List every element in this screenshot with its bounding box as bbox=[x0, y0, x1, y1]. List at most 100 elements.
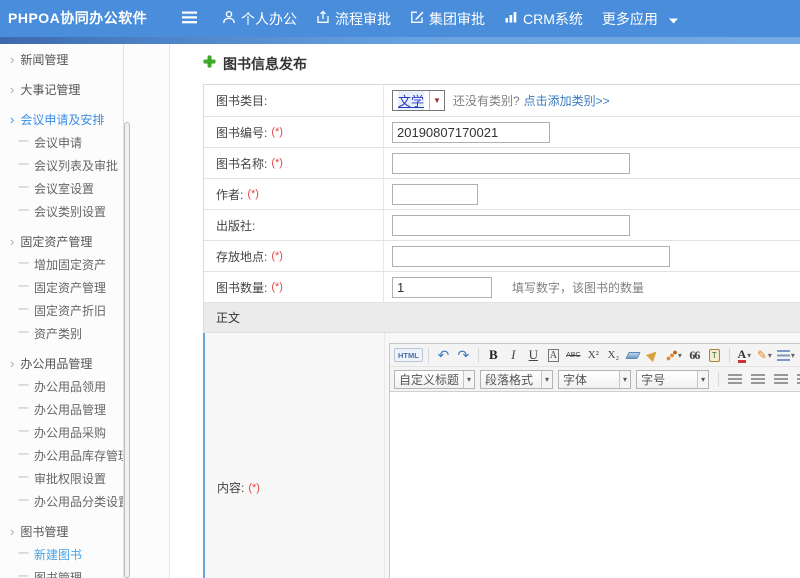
workflow-icon bbox=[316, 10, 330, 27]
sidebar-item-supplies-manage[interactable]: 一 办公用品管理 bbox=[0, 398, 169, 421]
sidebar-section-memorabilia[interactable]: › 大事记管理 bbox=[0, 78, 169, 101]
sidebar-item-meeting-list[interactable]: 一 会议列表及审批 bbox=[0, 154, 169, 177]
italic-button[interactable]: I bbox=[504, 346, 523, 364]
sidebar-item-asset-category[interactable]: 一 资产类别 bbox=[0, 322, 169, 345]
custom-title-dropdown[interactable]: 自定义标题 ▾ bbox=[394, 370, 475, 389]
location-input[interactable] bbox=[392, 246, 670, 267]
sidebar-item-supplies-purchase[interactable]: 一 办公用品采购 bbox=[0, 421, 169, 444]
remove-format-button[interactable] bbox=[624, 346, 643, 364]
ordered-list-button[interactable]: ▾ bbox=[775, 346, 797, 364]
sidebar-item-supplies-classify[interactable]: 一 办公用品分类设置 bbox=[0, 490, 169, 513]
clipboard-icon: T bbox=[709, 349, 720, 362]
align-right-button[interactable] bbox=[770, 370, 792, 388]
sidebar-scrollbar-thumb[interactable] bbox=[124, 122, 130, 578]
page-header: 图书信息发布 bbox=[203, 54, 307, 74]
redo-button[interactable]: ↷ bbox=[454, 346, 473, 364]
font-family-dropdown[interactable]: 字体 ▾ bbox=[558, 370, 631, 389]
quantity-input[interactable] bbox=[392, 277, 492, 298]
book-name-input[interactable] bbox=[392, 153, 630, 174]
toolbar-separator bbox=[718, 372, 719, 387]
form-row-category: 图书类目: 文学 ▼ 还没有类别? 点击添加类别>> bbox=[203, 85, 800, 117]
app-window: PHPOA协同办公软件 个人办公 bbox=[0, 0, 800, 578]
sidebar-item-asset-depreciation[interactable]: 一 固定资产折旧 bbox=[0, 299, 169, 322]
align-right-icon bbox=[774, 374, 788, 385]
required-mark: (*) bbox=[271, 126, 283, 138]
category-hint: 还没有类别? bbox=[453, 92, 520, 109]
dash-icon: 一 bbox=[18, 427, 29, 438]
book-form: 图书类目: 文学 ▼ 还没有类别? 点击添加类别>> 图书编号: (*) bbox=[203, 84, 800, 578]
editor-content-area[interactable] bbox=[390, 392, 800, 578]
sidebar-item-supplies-receive[interactable]: 一 办公用品领用 bbox=[0, 375, 169, 398]
book-no-input[interactable] bbox=[392, 122, 550, 143]
sidebar-section-office-supplies[interactable]: › 办公用品管理 bbox=[0, 352, 169, 375]
sidebar-item-book-manage[interactable]: 一 图书管理 bbox=[0, 566, 169, 578]
subscript-button[interactable]: X₂ bbox=[604, 346, 623, 364]
undo-button[interactable]: ↶ bbox=[434, 346, 453, 364]
sidebar-section-label: 会议申请及安排 bbox=[20, 111, 104, 128]
sidebar-item-meeting-category[interactable]: 一 会议类别设置 bbox=[0, 200, 169, 223]
content-label: 内容: bbox=[217, 479, 244, 496]
caret-down-icon bbox=[669, 11, 678, 27]
author-input[interactable] bbox=[392, 184, 478, 205]
dash-icon: 一 bbox=[18, 183, 29, 194]
sidebar-item-label: 固定资产管理 bbox=[34, 279, 106, 296]
topnav-personal-office[interactable]: 个人办公 bbox=[222, 9, 297, 29]
sidebar-item-asset-add[interactable]: 一 增加固定资产 bbox=[0, 253, 169, 276]
sidebar-item-asset-manage[interactable]: 一 固定资产管理 bbox=[0, 276, 169, 299]
dash-icon: 一 bbox=[18, 404, 29, 415]
topnav-label: CRM系统 bbox=[523, 9, 583, 29]
quantity-label: 图书数量: bbox=[216, 279, 267, 296]
html-source-button[interactable]: HTML bbox=[394, 348, 423, 362]
sidebar-item-label: 固定资产折旧 bbox=[34, 302, 106, 319]
sidebar-item-label: 会议列表及审批 bbox=[34, 157, 118, 174]
plus-icon bbox=[203, 55, 216, 73]
font-style-button[interactable]: A bbox=[544, 346, 563, 364]
align-center-button[interactable] bbox=[747, 370, 769, 388]
chevron-right-icon: › bbox=[10, 53, 14, 66]
sidebar-section-label: 图书管理 bbox=[20, 523, 68, 540]
sidebar-section-fixed-assets[interactable]: › 固定资产管理 bbox=[0, 230, 169, 253]
sidebar-section-label: 大事记管理 bbox=[20, 81, 80, 98]
publisher-input[interactable] bbox=[392, 215, 630, 236]
font-color-button[interactable]: A▾ bbox=[735, 346, 754, 364]
align-left-button[interactable] bbox=[724, 370, 746, 388]
user-icon bbox=[222, 10, 236, 27]
sidebar-item-meeting-room[interactable]: 一 会议室设置 bbox=[0, 177, 169, 200]
category-select[interactable]: 文学 ▼ bbox=[392, 90, 445, 111]
add-category-link[interactable]: 点击添加类别>> bbox=[524, 92, 610, 109]
strikethrough-button[interactable]: ABC bbox=[564, 346, 583, 364]
topnav-crm-system[interactable]: CRM系统 bbox=[504, 9, 583, 29]
toolbar-separator bbox=[729, 348, 730, 363]
superscript-button[interactable]: X² bbox=[584, 346, 603, 364]
dash-icon: 一 bbox=[18, 549, 29, 560]
menu-toggle-button[interactable] bbox=[182, 11, 197, 29]
form-row-quantity: 图书数量: (*) 填写数字，该图书的数量 bbox=[203, 272, 800, 303]
underline-button[interactable]: U bbox=[524, 346, 543, 364]
paragraph-format-dropdown[interactable]: 段落格式 ▾ bbox=[480, 370, 553, 389]
blockquote-button[interactable]: 66 bbox=[685, 346, 704, 364]
highlight-color-button[interactable]: ✎▾ bbox=[755, 346, 774, 364]
sidebar-section-news[interactable]: › 新闻管理 bbox=[0, 48, 169, 71]
caret-down-icon: ▾ bbox=[541, 371, 552, 388]
sidebar-item-label: 办公用品分类设置 bbox=[34, 493, 130, 510]
topnav-group-approval[interactable]: 集团审批 bbox=[410, 9, 485, 29]
font-size-dropdown[interactable]: 字号 ▾ bbox=[636, 370, 709, 389]
sidebar-item-supplies-inventory[interactable]: 一 办公用品库存管理 bbox=[0, 444, 169, 467]
sidebar-section-books[interactable]: › 图书管理 bbox=[0, 520, 169, 543]
dash-icon: 一 bbox=[18, 496, 29, 507]
paste-text-button[interactable]: T bbox=[705, 346, 724, 364]
sidebar-section-meeting[interactable]: › 会议申请及安排 bbox=[0, 108, 169, 131]
sidebar-item-meeting-apply[interactable]: 一 会议申请 bbox=[0, 131, 169, 154]
edit-square-icon bbox=[410, 10, 424, 27]
align-justify-button[interactable] bbox=[793, 370, 800, 388]
topnav-more-apps[interactable]: 更多应用 bbox=[602, 9, 678, 29]
sidebar-item-approval-permission[interactable]: 一 审批权限设置 bbox=[0, 467, 169, 490]
chevron-right-icon: › bbox=[10, 113, 14, 126]
bold-button[interactable]: B bbox=[484, 346, 503, 364]
sidebar-item-label: 办公用品库存管理 bbox=[34, 447, 130, 464]
sidebar-item-label: 新建图书 bbox=[34, 546, 82, 563]
topnav-workflow-approval[interactable]: 流程审批 bbox=[316, 9, 391, 29]
clear-format-button[interactable] bbox=[644, 346, 663, 364]
sidebar-item-book-new[interactable]: 一 新建图书 bbox=[0, 543, 169, 566]
format-painter-button[interactable]: ▾ bbox=[664, 346, 684, 364]
